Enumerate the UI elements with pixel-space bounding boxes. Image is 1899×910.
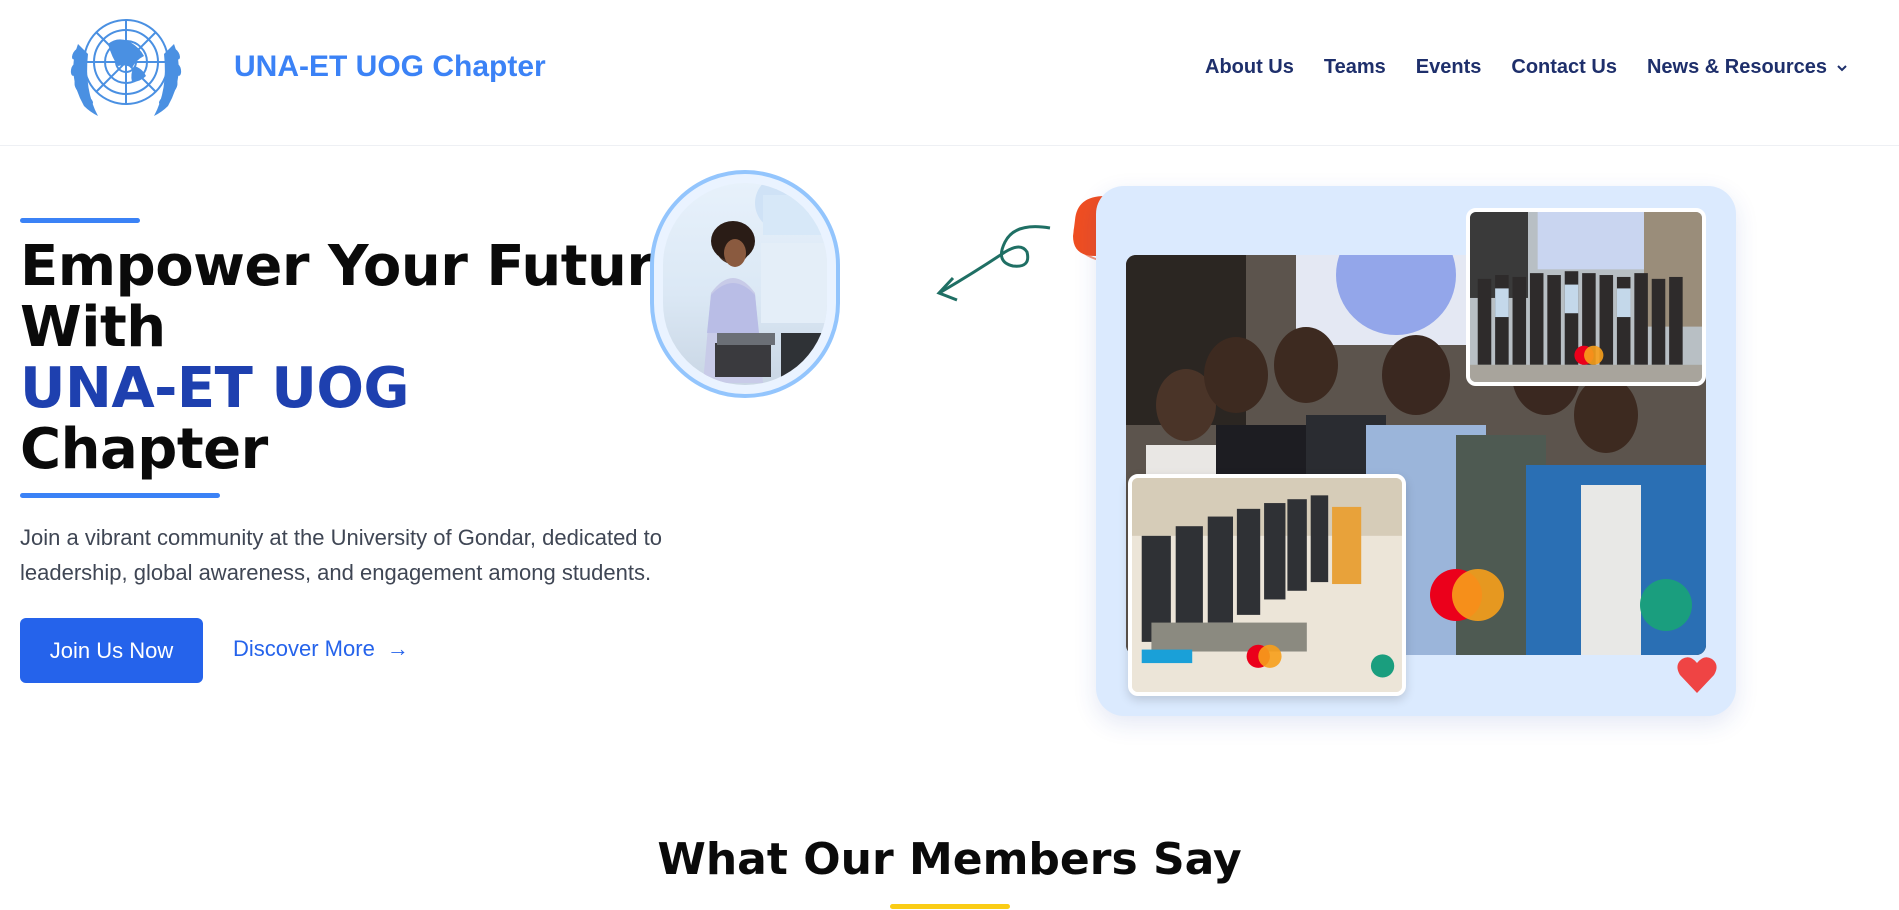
nav-events-label: Events: [1415, 56, 1482, 78]
group-photo-outdoor: [1466, 208, 1706, 386]
nav-about-us-label: About Us: [1205, 56, 1294, 78]
section-title-testimonials: What Our Members Say: [657, 834, 1242, 885]
nav-contact-us-label: Contact Us: [1511, 56, 1617, 78]
nav-teams[interactable]: Teams: [1324, 56, 1386, 79]
un-emblem-icon[interactable]: [56, 4, 196, 126]
hero-description: Join a vibrant community at the Universi…: [20, 525, 662, 585]
arrow-right-icon: →: [386, 636, 409, 661]
nav-about-us[interactable]: About Us: [1205, 56, 1294, 79]
hero-title-highlight: UNA-ET UOG: [20, 356, 409, 421]
nav-contact-us[interactable]: Contact Us: [1511, 56, 1617, 79]
title-accent-bottom: [20, 493, 220, 498]
hero-title-line2: With: [20, 295, 166, 360]
main-nav: About Us Teams Events Contact Us News & …: [1205, 56, 1879, 79]
discover-more-label: Discover More: [233, 636, 375, 661]
curly-arrow-icon: [936, 225, 1051, 302]
section-underline: [890, 904, 1010, 909]
nav-events[interactable]: Events: [1416, 56, 1482, 79]
speaker-portrait-frame: [650, 170, 840, 398]
speaker-photo: [663, 183, 827, 385]
hero-title: Empower Your Future With UNA-ET UOG Chap…: [20, 236, 691, 480]
event-audience-photo: [1128, 474, 1406, 696]
discover-more-link[interactable]: Discover More →: [233, 636, 409, 662]
brand-name[interactable]: UNA-ET UOG Chapter: [234, 50, 546, 84]
chevron-down-icon: [1837, 64, 1847, 71]
nav-news-resources[interactable]: News & Resources: [1647, 56, 1849, 79]
title-accent-top: [20, 218, 140, 223]
heart-icon: [1677, 657, 1717, 693]
hero-title-line1: Empower Your Future: [20, 234, 691, 299]
join-us-button[interactable]: Join Us Now: [20, 618, 203, 683]
nav-news-resources-label: News & Resources: [1646, 56, 1828, 78]
nav-teams-label: Teams: [1323, 56, 1386, 78]
hero-title-line4: Chapter: [20, 417, 268, 482]
site-header: UNA-ET UOG Chapter About Us Teams Events…: [0, 0, 1899, 146]
